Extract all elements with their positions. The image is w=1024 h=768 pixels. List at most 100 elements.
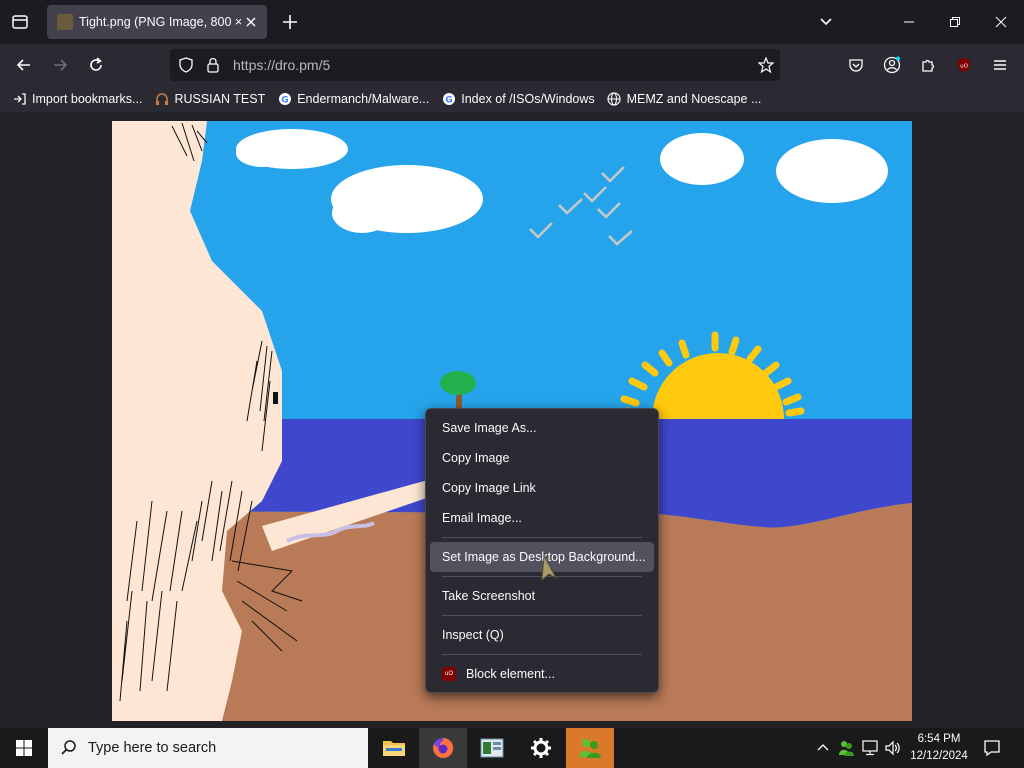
menu-item-label: Save Image As... (442, 421, 537, 435)
menu-item-label: Inspect (Q) (442, 628, 504, 642)
url-bar[interactable]: https://dro.pm/5 (170, 49, 780, 81)
minimize-button[interactable] (895, 8, 923, 36)
hamburger-menu-icon (994, 60, 1006, 70)
account-icon (883, 56, 901, 74)
menu-item-copy-image[interactable]: Copy Image (430, 443, 654, 473)
tray-volume[interactable] (883, 728, 903, 768)
close-window-button[interactable] (987, 8, 1015, 36)
ublock-shield-icon: uO (958, 58, 970, 72)
google-icon: G (441, 92, 456, 107)
speaker-icon (885, 740, 900, 756)
menu-item-label: Copy Image (442, 451, 510, 465)
messenger-people-icon (579, 739, 601, 758)
action-center-button[interactable] (978, 728, 1006, 768)
start-button[interactable] (0, 728, 48, 768)
account-button[interactable] (878, 51, 906, 79)
svg-text:uO: uO (960, 64, 968, 70)
close-tab-icon[interactable] (243, 14, 259, 30)
folder-icon (383, 741, 405, 756)
taskbar-search-box[interactable]: Type here to search (48, 728, 368, 768)
restore-icon (950, 17, 960, 27)
taskbar-clock[interactable]: 6:54 PM 12/12/2024 (906, 731, 972, 765)
bookmark-endermanch[interactable]: G Endermanch/Malware... (277, 92, 429, 107)
search-placeholder: Type here to search (88, 740, 217, 756)
bookmark-memz[interactable]: MEMZ and Noescape ... (607, 92, 762, 107)
menu-separator (442, 537, 642, 538)
tray-network[interactable] (860, 728, 880, 768)
messenger-tray-icon (839, 741, 854, 756)
menu-item-block-element[interactable]: uO Block element... (430, 659, 654, 689)
arrow-right-icon (54, 59, 68, 71)
notification-icon (984, 740, 1000, 757)
tab-list-button[interactable] (6, 8, 34, 36)
list-all-tabs-button[interactable] (812, 8, 840, 36)
navigation-toolbar: https://dro.pm/5 uO (0, 44, 1024, 86)
bookmark-label: MEMZ and Noescape ... (626, 92, 762, 106)
reload-icon (90, 57, 102, 71)
chevron-up-icon (817, 744, 829, 751)
reload-button[interactable] (82, 51, 110, 79)
menu-item-take-screenshot[interactable]: Take Screenshot (430, 581, 654, 611)
bookmarks-toolbar: Import bookmarks... RUSSIAN TEST G Ender… (0, 86, 1024, 112)
bookmark-import[interactable]: Import bookmarks... (12, 92, 142, 107)
tab-title: Tight.png (PNG Image, 800 × 600 pixels) (79, 15, 243, 29)
tab-list-icon (12, 15, 28, 29)
taskbar-app-window[interactable] (468, 728, 516, 768)
puzzle-icon (922, 59, 935, 72)
menu-separator (442, 615, 642, 616)
gear-icon (531, 738, 551, 758)
menu-separator (442, 654, 642, 655)
bookmark-index-isos[interactable]: G Index of /ISOs/Windows (441, 92, 595, 107)
bookmark-label: Index of /ISOs/Windows (461, 92, 595, 106)
svg-text:G: G (445, 96, 452, 106)
extensions-button[interactable] (914, 51, 942, 79)
pocket-button[interactable] (842, 51, 870, 79)
menu-item-copy-image-link[interactable]: Copy Image Link (430, 473, 654, 503)
menu-item-inspect[interactable]: Inspect (Q) (430, 620, 654, 650)
tab-active[interactable]: Tight.png (PNG Image, 800 × 600 pixels) (47, 5, 267, 39)
app-window-icon (480, 738, 504, 758)
tab-bar: Tight.png (PNG Image, 800 × 600 pixels) (0, 0, 1024, 44)
taskbar-firefox[interactable] (419, 728, 467, 768)
menu-item-save-image-as[interactable]: Save Image As... (430, 413, 654, 443)
headphones-icon (154, 92, 169, 107)
google-icon: G (277, 92, 292, 107)
page-content: Save Image As... Copy Image Copy Image L… (0, 112, 1024, 728)
lock-icon[interactable] (206, 57, 220, 73)
chevron-down-icon (820, 18, 832, 26)
back-button[interactable] (10, 51, 38, 79)
taskbar: Type here to search 6:54 PM 12/12/2024 (0, 728, 1024, 768)
menu-item-email-image[interactable]: Email Image... (430, 503, 654, 533)
arrow-left-icon (16, 59, 30, 71)
taskbar-settings[interactable] (517, 728, 565, 768)
bookmark-label: RUSSIAN TEST (174, 92, 266, 106)
tray-messenger[interactable] (836, 728, 856, 768)
firefox-icon (433, 737, 454, 758)
forward-button[interactable] (46, 51, 74, 79)
star-bookmark-icon[interactable] (758, 57, 774, 73)
pocket-icon (849, 59, 863, 72)
bookmark-label: Import bookmarks... (32, 92, 143, 106)
globe-icon (607, 92, 622, 107)
context-menu: Save Image As... Copy Image Copy Image L… (425, 408, 659, 693)
show-hidden-icons-button[interactable] (814, 728, 832, 768)
bookmark-russian-test[interactable]: RUSSIAN TEST (154, 92, 265, 107)
clock-date: 12/12/2024 (910, 750, 968, 762)
menu-item-label: Block element... (466, 667, 555, 681)
bookmark-label: Endermanch/Malware... (297, 92, 430, 106)
svg-text:G: G (281, 96, 288, 106)
menu-item-label: Copy Image Link (442, 481, 536, 495)
new-tab-icon[interactable] (278, 10, 302, 34)
windows-logo-icon (16, 740, 32, 756)
mouse-cursor-icon (541, 554, 558, 582)
taskbar-messenger[interactable] (566, 728, 614, 768)
restore-button[interactable] (941, 8, 969, 36)
url-text: https://dro.pm/5 (233, 57, 331, 73)
shield-icon[interactable] (178, 57, 194, 73)
ublock-origin-button[interactable]: uO (950, 51, 978, 79)
taskbar-file-explorer[interactable] (370, 728, 418, 768)
image-favicon-icon (57, 14, 73, 30)
minimize-icon (904, 21, 914, 23)
network-icon (862, 740, 878, 756)
menu-button[interactable] (986, 51, 1014, 79)
